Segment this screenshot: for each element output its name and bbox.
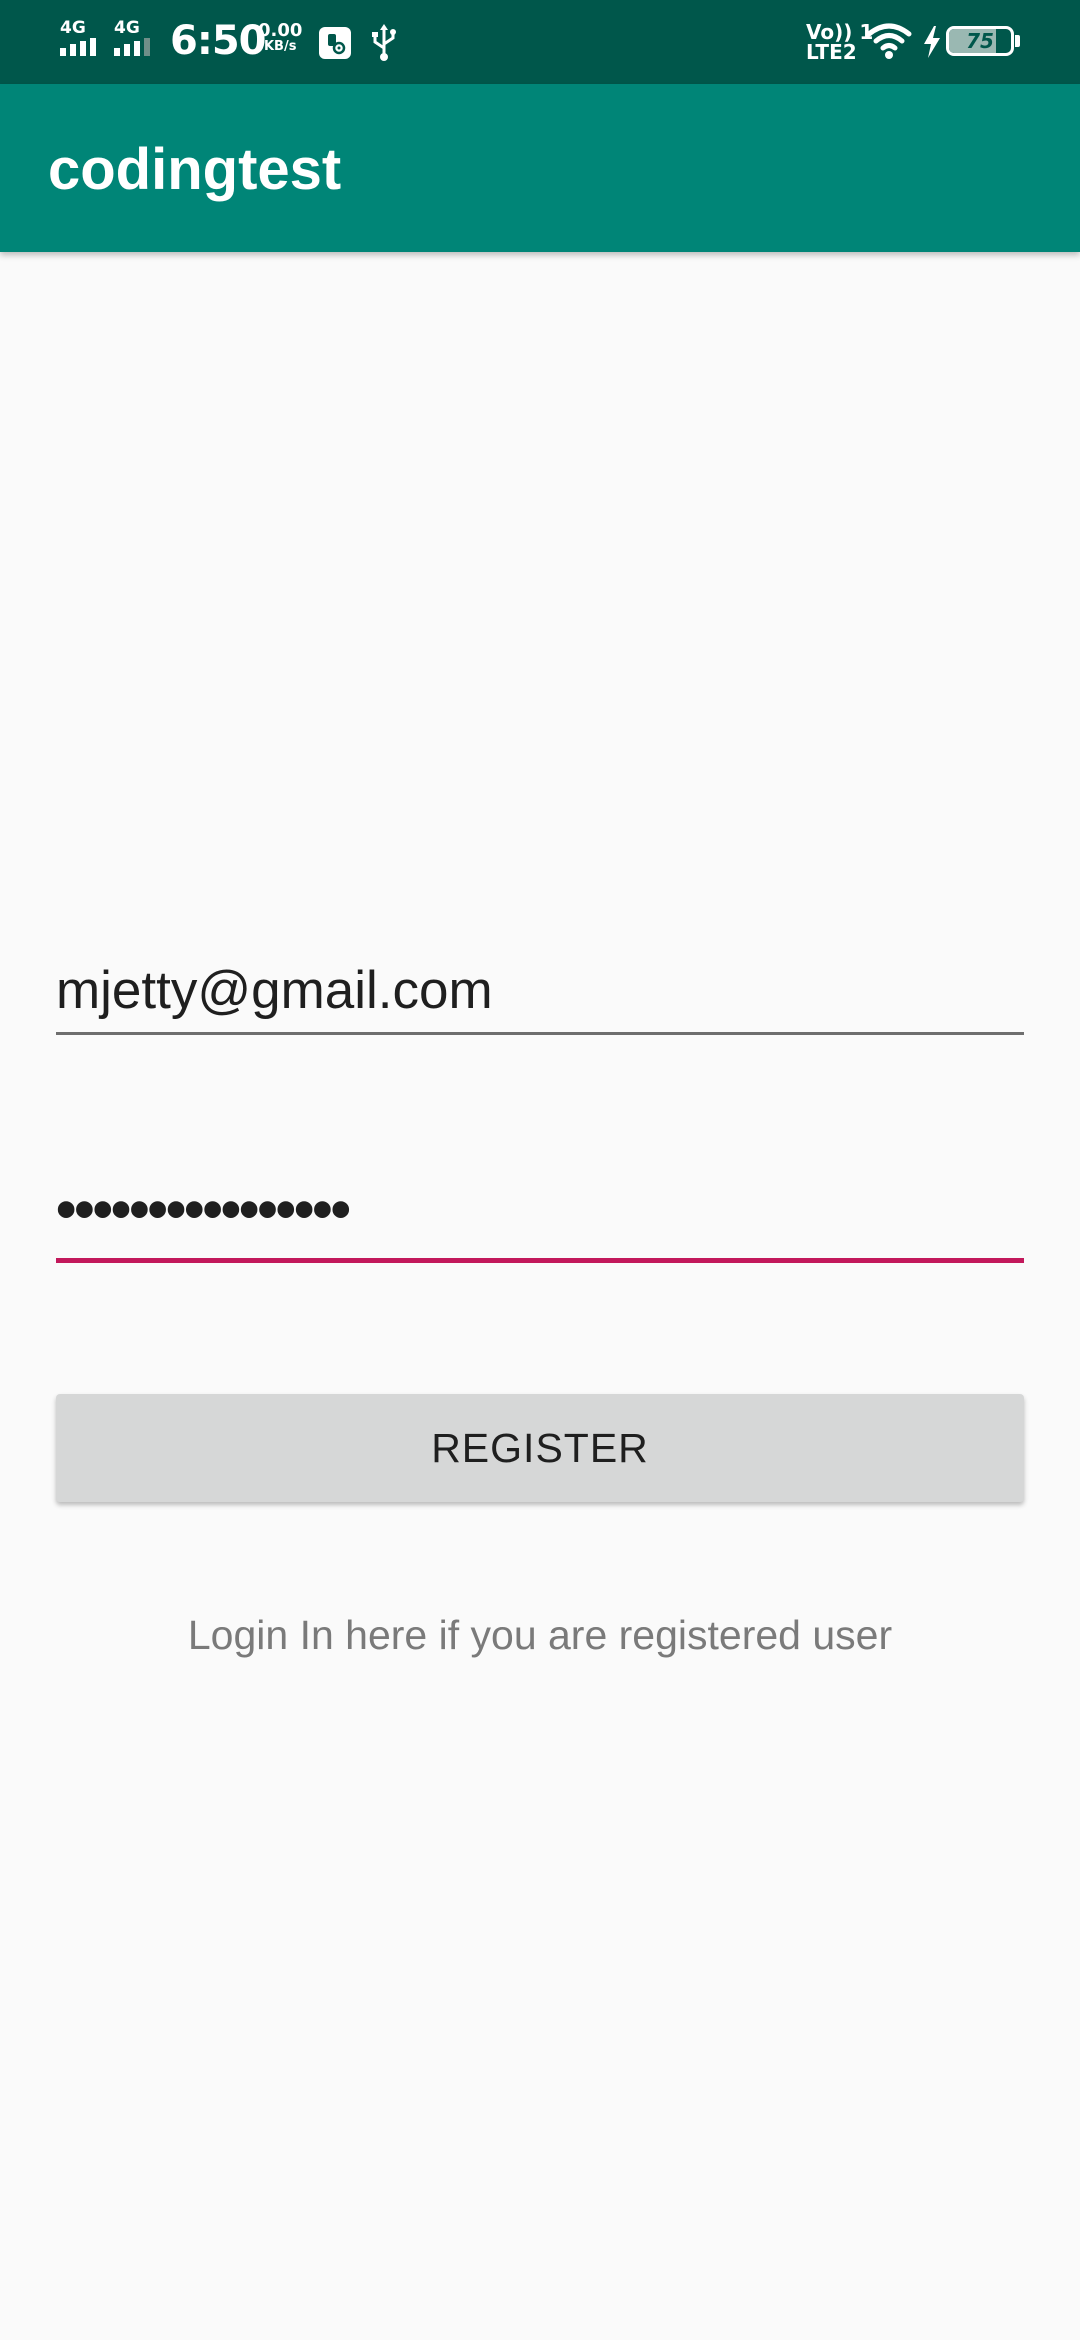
email-input-value[interactable]: mjetty@gmail.com bbox=[56, 960, 1024, 1021]
status-time: 6:50 bbox=[170, 18, 266, 64]
screen: 4G 4G 6:50 0.00 KB/s Vo)) 1 LTE2 75 codi… bbox=[0, 0, 1080, 2340]
network-type-2: 4G bbox=[114, 18, 140, 38]
lte-label: LTE2 bbox=[806, 40, 857, 64]
battery-tip bbox=[1015, 35, 1020, 47]
usb-debug-icon bbox=[319, 27, 351, 59]
password-field-underline bbox=[56, 1258, 1024, 1263]
email-field-underline bbox=[56, 1032, 1024, 1035]
charging-icon bbox=[924, 26, 940, 58]
data-speed: 0.00 KB/s bbox=[258, 22, 302, 54]
email-field[interactable]: mjetty@gmail.com bbox=[56, 960, 1024, 1036]
network-type-1: 4G bbox=[60, 18, 86, 38]
app-bar: codingtest bbox=[0, 84, 1080, 252]
signal-icon bbox=[114, 38, 150, 56]
data-speed-unit: KB/s bbox=[263, 39, 297, 54]
status-bar: 4G 4G 6:50 0.00 KB/s Vo)) 1 LTE2 75 bbox=[0, 0, 1080, 84]
battery-level: 75 bbox=[966, 29, 994, 53]
volte-label: Vo)) 1 bbox=[806, 20, 874, 44]
usb-icon bbox=[372, 24, 396, 61]
battery-icon: 75 bbox=[946, 26, 1014, 56]
register-button[interactable]: REGISTER bbox=[56, 1394, 1024, 1502]
data-speed-value: 0.00 bbox=[258, 20, 303, 41]
wifi-icon bbox=[866, 23, 912, 59]
signal-icon bbox=[60, 38, 96, 56]
password-input-value[interactable]: •••••••••••••••• bbox=[56, 1180, 1024, 1240]
volte-indicator: Vo)) 1 LTE2 bbox=[806, 22, 873, 62]
password-field[interactable]: •••••••••••••••• bbox=[56, 1180, 1024, 1264]
login-link[interactable]: Login In here if you are registered user bbox=[0, 1612, 1080, 1659]
app-title: codingtest bbox=[48, 137, 342, 202]
